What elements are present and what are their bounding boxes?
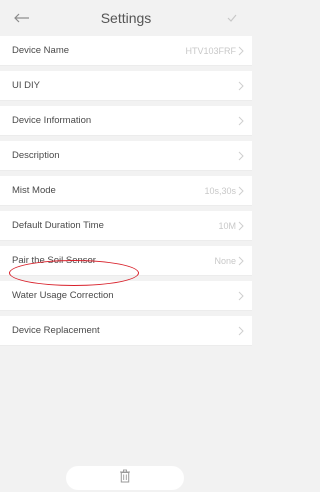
chevron-right-icon [238,256,244,265]
checkmark-icon[interactable] [220,6,244,30]
row-mist-mode[interactable]: Mist Mode 10s,30s [0,176,252,206]
row-value: None [214,255,236,266]
chevron-right-icon [238,116,244,125]
row-value: 10M [218,220,236,231]
row-value: 10s,30s [204,185,236,196]
row-water-usage-correction[interactable]: Water Usage Correction [0,281,252,311]
chevron-right-icon [238,46,244,55]
row-label: Description [12,150,60,161]
row-label: UI DIY [12,80,40,91]
page-title: Settings [100,10,152,26]
row-label: Water Usage Correction [12,290,114,301]
row-label: Device Replacement [12,325,100,336]
row-device-name[interactable]: Device Name HTV103FRF [0,36,252,66]
settings-list: Device Name HTV103FRF UI DIY Device Info… [0,36,252,351]
trash-icon [119,469,131,488]
chevron-right-icon [238,81,244,90]
chevron-right-icon [238,291,244,300]
row-label: Mist Mode [12,185,56,196]
row-value: HTV103FRF [185,45,236,56]
chevron-right-icon [238,186,244,195]
row-label: Device Information [12,115,92,126]
chevron-right-icon [238,151,244,160]
delete-device-button[interactable] [66,466,184,490]
back-arrow-icon[interactable] [10,6,34,30]
row-label: Device Name [12,45,70,56]
row-device-information[interactable]: Device Information [0,106,252,136]
row-default-duration-time[interactable]: Default Duration Time 10M [0,211,252,241]
row-ui-diy[interactable]: UI DIY [0,71,252,101]
header-bar: Settings [0,0,252,36]
row-pair-soil-sensor[interactable]: Pair the Soil Sensor None [0,246,252,276]
row-device-replacement[interactable]: Device Replacement [0,316,252,346]
chevron-right-icon [238,326,244,335]
row-description[interactable]: Description [0,141,252,171]
row-label: Pair the Soil Sensor [12,255,96,266]
row-label: Default Duration Time [12,220,104,231]
settings-screen: Settings Device Name HTV103FRF UI DIY De… [0,0,252,492]
chevron-right-icon [238,221,244,230]
